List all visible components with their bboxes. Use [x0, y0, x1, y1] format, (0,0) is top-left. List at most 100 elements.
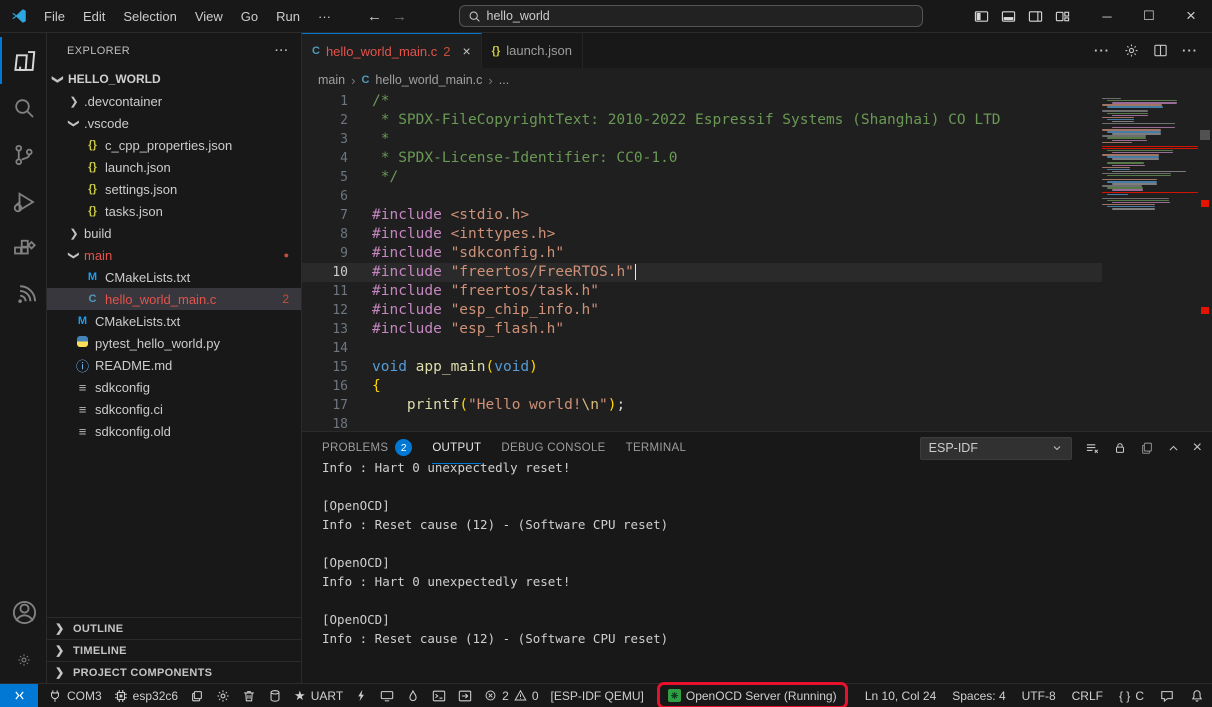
code-line-4[interactable]: 4 * SPDX-License-Identifier: CC0-1.0 [302, 149, 1102, 168]
tree-item-settings-json[interactable]: {}settings.json [47, 178, 301, 200]
activitybar-espressif-idf[interactable] [0, 272, 47, 319]
tree-root-folder[interactable]: ❯HELLO_WORLD [47, 68, 301, 90]
toggle-sidebar-icon[interactable] [974, 9, 989, 24]
activitybar-search[interactable] [0, 84, 47, 131]
tree-item-sdkconfig-old[interactable]: ≡sdkconfig.old [47, 420, 301, 442]
command-center-search[interactable]: hello_world [459, 5, 923, 27]
section-outline[interactable]: ❯OUTLINE [47, 617, 301, 639]
status-problems[interactable]: 20 [478, 684, 544, 707]
code-line-6[interactable]: 6 [302, 187, 1102, 206]
activitybar-explorer[interactable] [0, 37, 47, 84]
tab-launch-json[interactable]: {}launch.json [482, 33, 583, 68]
tree-item-sdkconfig[interactable]: ≡sdkconfig [47, 376, 301, 398]
toggle-panel-icon[interactable] [1001, 9, 1016, 24]
breadcrumb-item[interactable]: main [318, 73, 345, 87]
tree-item-build[interactable]: ❯build [47, 222, 301, 244]
menu-selection[interactable]: Selection [115, 6, 184, 27]
output-log[interactable]: Info : Hart 0 unexpectedly reset! [OpenO… [302, 458, 1212, 683]
tree-item-main[interactable]: ❯main● [47, 244, 301, 266]
code-line-1[interactable]: 1/* [302, 92, 1102, 111]
activitybar-run-and-debug[interactable] [0, 178, 47, 225]
tree-item-hello-world-main-c[interactable]: Chello_world_main.c2 [47, 288, 301, 310]
activitybar-settings[interactable] [0, 636, 47, 683]
code-line-10[interactable]: 10#include "freertos/FreeRTOS.h" [302, 263, 1102, 282]
status-indentation[interactable]: Spaces: 4 [944, 684, 1013, 707]
tab-hello-world-main-c[interactable]: Chello_world_main.c2× [302, 33, 482, 68]
toggle-secondary-sidebar-icon[interactable] [1028, 9, 1043, 24]
tree-item-sdkconfig-ci[interactable]: ≡sdkconfig.ci [47, 398, 301, 420]
code-line-16[interactable]: 16{ [302, 377, 1102, 396]
code-editor[interactable]: 1/*2 * SPDX-FileCopyrightText: 2010-2022… [302, 92, 1212, 431]
status-feedback[interactable] [1152, 684, 1182, 707]
status-eol-sequence[interactable]: CRLF [1064, 684, 1111, 707]
status-flash-method[interactable]: ★UART [288, 684, 349, 707]
status-encoding[interactable]: UTF-8 [1014, 684, 1064, 707]
code-line-12[interactable]: 12#include "esp_chip_info.h" [302, 301, 1102, 320]
tree-item-pytest-hello-world-py[interactable]: pytest_hello_world.py [47, 332, 301, 354]
status-workspace-folder[interactable] [184, 684, 210, 707]
menu-view[interactable]: View [187, 6, 231, 27]
code-line-5[interactable]: 5 */ [302, 168, 1102, 187]
code-line-14[interactable]: 14 [302, 339, 1102, 358]
status-language-mode[interactable]: { }C [1111, 684, 1152, 707]
menu-run[interactable]: Run [268, 6, 308, 27]
explorer-more-actions-icon[interactable]: ··· [275, 45, 289, 57]
code-line-8[interactable]: 8#include <inttypes.h> [302, 225, 1102, 244]
breadcrumb-item[interactable]: ... [499, 73, 509, 87]
section-project-components[interactable]: ❯PROJECT COMPONENTS [47, 661, 301, 683]
section-timeline[interactable]: ❯TIMELINE [47, 639, 301, 661]
code-line-11[interactable]: 11#include "freertos/task.h" [302, 282, 1102, 301]
run-or-debug-button[interactable]: ··· [1094, 43, 1110, 58]
more-actions-button[interactable]: ··· [1182, 43, 1198, 58]
tree-item--devcontainer[interactable]: ❯.devcontainer [47, 90, 301, 112]
tree-item--vscode[interactable]: ❯.vscode [47, 112, 301, 134]
code-line-7[interactable]: 7#include <stdio.h> [302, 206, 1102, 225]
menu-file[interactable]: File [36, 6, 73, 27]
status-monitor[interactable] [374, 684, 400, 707]
tree-item-cmakelists-txt[interactable]: MCMakeLists.txt [47, 266, 301, 288]
status-flash[interactable] [349, 684, 374, 707]
status-remote-indicator[interactable] [0, 684, 38, 707]
code-line-3[interactable]: 3 * [302, 130, 1102, 149]
status-full-clean[interactable] [236, 684, 262, 707]
status-notifications[interactable] [1182, 684, 1212, 707]
status-qemu[interactable]: [ESP-IDF QEMU] [545, 684, 650, 707]
tree-item-c-cpp-properties-json[interactable]: {}c_cpp_properties.json [47, 134, 301, 156]
status-openocd-server[interactable]: OpenOCD Server (Running) [660, 685, 845, 706]
activitybar-accounts[interactable] [0, 589, 47, 636]
code-line-2[interactable]: 2 * SPDX-FileCopyrightText: 2010-2022 Es… [302, 111, 1102, 130]
status-build-flash-monitor[interactable] [400, 684, 426, 707]
minimize-icon[interactable]: ─ [1086, 0, 1128, 33]
maximize-icon[interactable]: ☐ [1128, 0, 1170, 33]
code-line-17[interactable]: 17 printf("Hello world!\n"); [302, 396, 1102, 415]
maximize-panel-icon[interactable] [1167, 442, 1180, 455]
activitybar-extensions[interactable] [0, 225, 47, 272]
nav-forward-icon[interactable]: → [392, 8, 407, 25]
status-menuconfig[interactable] [210, 684, 236, 707]
tree-item-readme-md[interactable]: ⓘREADME.md [47, 354, 301, 376]
status-build[interactable] [262, 684, 288, 707]
code-line-9[interactable]: 9#include "sdkconfig.h" [302, 244, 1102, 263]
menu-edit[interactable]: Edit [75, 6, 113, 27]
tree-item-launch-json[interactable]: {}launch.json [47, 156, 301, 178]
settings-button[interactable] [1124, 43, 1139, 58]
close-panel-icon[interactable]: × [1193, 439, 1202, 457]
code-line-15[interactable]: 15void app_main(void) [302, 358, 1102, 377]
status-serial-port[interactable]: COM3 [42, 684, 108, 707]
activitybar-source-control[interactable] [0, 131, 47, 178]
nav-back-icon[interactable]: ← [367, 8, 382, 25]
overview-ruler[interactable] [1198, 92, 1212, 431]
menu-go[interactable]: Go [233, 6, 266, 27]
breadcrumb-item[interactable]: hello_world_main.c [375, 73, 482, 87]
status-custom-task[interactable] [452, 684, 478, 707]
clear-output-icon[interactable] [1085, 441, 1100, 456]
code-line-13[interactable]: 13#include "esp_flash.h" [302, 320, 1102, 339]
code-line-18[interactable]: 18 [302, 415, 1102, 431]
menu-[interactable]: ··· [310, 6, 339, 27]
tree-item-cmakelists-txt[interactable]: MCMakeLists.txt [47, 310, 301, 332]
scrollbar-slider[interactable] [1200, 130, 1210, 140]
customize-layout-icon[interactable] [1055, 9, 1070, 24]
close-tab-icon[interactable]: × [462, 43, 470, 59]
status-idf-terminal[interactable] [426, 684, 452, 707]
close-icon[interactable]: × [1170, 0, 1212, 33]
